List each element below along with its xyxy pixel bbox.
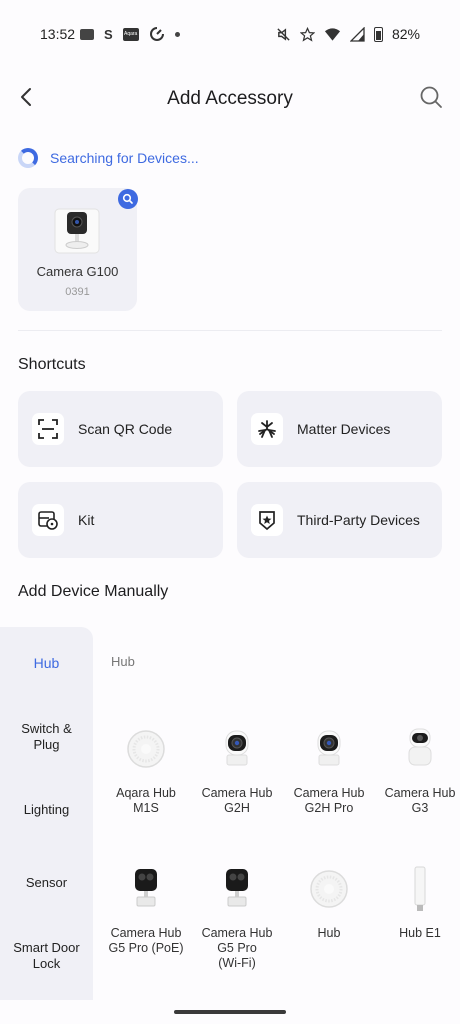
shortcuts-title: Shortcuts — [18, 356, 86, 373]
device-hub[interactable]: Hub — [284, 865, 374, 941]
notification-icons: S Aqara — [80, 26, 180, 42]
device-hub-e1[interactable]: Hub E1 — [375, 865, 460, 941]
device-label: Hub — [317, 926, 341, 940]
app-header: Add Accessory — [0, 72, 460, 124]
device-aqara-hub-m1s[interactable]: Aqara Hub M1S — [101, 725, 191, 816]
sync-icon — [149, 27, 164, 41]
shortcut-third-party[interactable]: Third-Party Devices — [237, 482, 442, 558]
wifi-icon — [324, 27, 341, 41]
device-catalog: Hub Switch & Plug Lighting Sensor Smart … — [0, 627, 460, 1000]
searching-text: Searching for Devices... — [50, 150, 199, 166]
device-camera-hub-g2h[interactable]: Camera Hub G2H — [192, 725, 282, 816]
scan-qr-icon — [32, 413, 64, 445]
home-indicator[interactable] — [174, 1010, 286, 1014]
kit-icon — [32, 504, 64, 536]
battery-icon — [373, 26, 383, 42]
search-icon — [420, 86, 442, 108]
loading-spinner-icon — [18, 148, 38, 168]
found-device-name: Camera G100 — [36, 264, 119, 279]
s-app-icon: S — [104, 26, 113, 42]
section-divider — [18, 330, 442, 331]
camera-g100-icon — [54, 208, 100, 254]
found-device-card[interactable]: Camera G100 0391 — [18, 188, 138, 311]
status-bar: 13:52 S Aqara 82% — [0, 0, 460, 68]
system-icons: 82% — [276, 26, 420, 42]
page-title: Add Accessory — [167, 88, 293, 109]
category-sensor[interactable]: Sensor — [0, 875, 93, 891]
found-device-code: 0391 — [65, 286, 90, 298]
panel-heading: Hub — [111, 654, 135, 669]
mute-icon — [277, 27, 290, 41]
shortcut-label: Third-Party Devices — [297, 512, 420, 528]
camera-dome-icon — [225, 730, 249, 766]
shortcut-label: Kit — [78, 512, 95, 528]
category-sidebar: Hub Switch & Plug Lighting Sensor Smart … — [0, 627, 93, 1000]
device-label: Hub E1 — [399, 926, 441, 940]
usb-dongle-icon — [414, 866, 426, 911]
searching-status: Searching for Devices... — [18, 148, 199, 168]
hub-disc-icon — [310, 870, 348, 908]
found-badge — [118, 189, 138, 209]
category-switch-plug[interactable]: Switch & Plug — [0, 721, 93, 753]
category-hub[interactable]: Hub — [0, 655, 93, 671]
shortcut-label: Matter Devices — [297, 421, 391, 437]
category-smart-door-lock[interactable]: Smart Door Lock — [0, 940, 93, 972]
message-notification-icon — [80, 28, 94, 40]
signal-icon — [349, 26, 365, 42]
shortcut-label: Scan QR Code — [78, 421, 173, 437]
shortcut-kit[interactable]: Kit — [18, 482, 223, 558]
shortcut-scan-qr[interactable]: Scan QR Code — [18, 391, 223, 467]
aqara-app-icon: Aqara — [122, 27, 139, 41]
search-button[interactable] — [418, 84, 444, 110]
status-time: 13:52 — [40, 26, 76, 42]
device-label: Camera Hub G3 — [384, 786, 456, 815]
battery-percentage: 82% — [391, 26, 420, 42]
device-label: Camera Hub G2H — [201, 786, 273, 815]
category-panel: Hub Aqara Hub M1S Camera Hub G2H Camera … — [93, 627, 460, 1000]
device-label: Camera Hub G2H Pro — [293, 786, 365, 815]
star-icon — [299, 26, 315, 42]
camera-box-icon — [226, 869, 248, 907]
device-label: Camera Hub G5 Pro (PoE) — [108, 926, 184, 955]
category-lighting[interactable]: Lighting — [0, 802, 93, 818]
hub-disc-icon — [127, 730, 165, 768]
shortcut-matter-devices[interactable]: Matter Devices — [237, 391, 442, 467]
magnifier-badge-icon — [122, 193, 133, 204]
camera-box-icon — [135, 869, 157, 907]
matter-icon — [251, 413, 283, 445]
device-camera-hub-g5-pro-wifi[interactable]: Camera Hub G5 Pro (Wi-Fi) — [192, 865, 282, 971]
camera-robot-icon — [408, 728, 432, 766]
device-camera-hub-g2h-pro[interactable]: Camera Hub G2H Pro — [284, 725, 374, 816]
more-notifications-icon — [174, 31, 180, 37]
device-camera-hub-g5-pro-poe[interactable]: Camera Hub G5 Pro (PoE) — [101, 865, 191, 956]
device-label: Aqara Hub M1S — [116, 786, 176, 815]
device-camera-hub-g3[interactable]: Camera Hub G3 — [375, 725, 460, 816]
device-label: Camera Hub G5 Pro (Wi-Fi) — [201, 926, 273, 970]
add-manually-title: Add Device Manually — [18, 583, 169, 600]
third-party-icon — [251, 504, 283, 536]
camera-dome-icon — [317, 730, 341, 766]
